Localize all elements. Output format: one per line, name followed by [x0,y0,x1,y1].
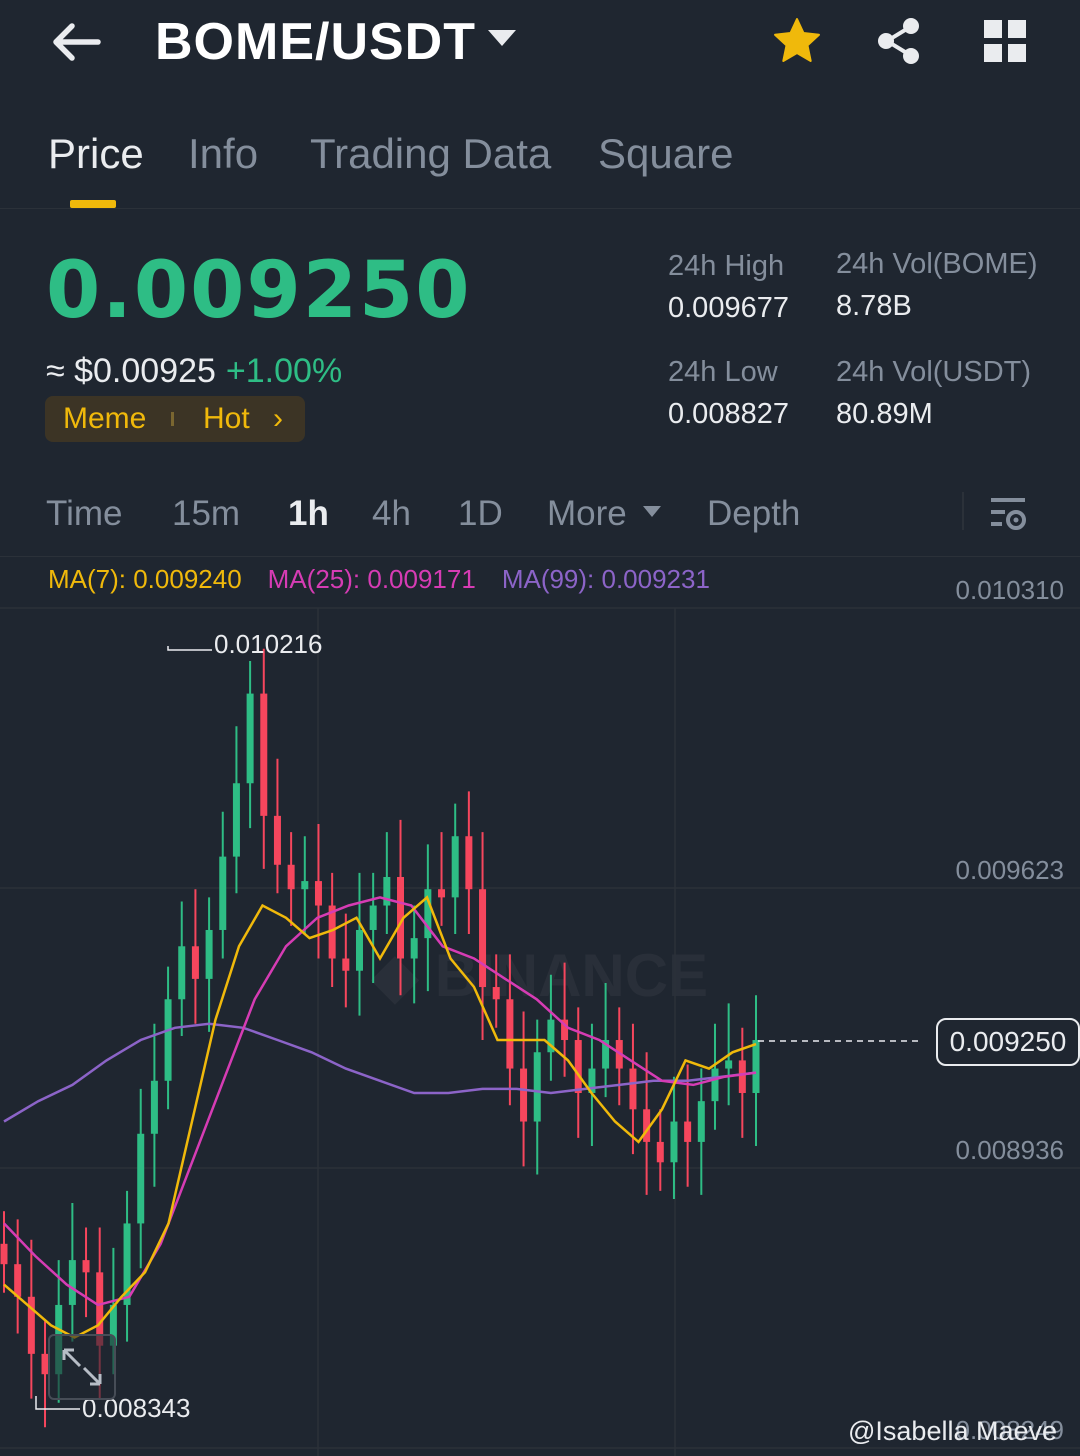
candle-body [438,889,446,898]
candle-body [574,1040,582,1094]
y-axis-tick: 0.010310 [956,575,1064,605]
candle-body [711,1068,719,1102]
candle-body [465,836,473,890]
high-value: 0.009677 [668,292,789,324]
candle-body [738,1060,746,1094]
interval-1h[interactable]: 1h [288,494,329,534]
ma-legend: MA(7): 0.009240 MA(25): 0.009171 MA(99): 0… [48,564,710,595]
price-change-percent: +1.00% [225,352,343,390]
trading-pair-title[interactable]: BOME/USDT [155,12,476,72]
candle-body [369,905,377,930]
candle-body [14,1264,22,1297]
candle-body [684,1121,692,1142]
candle-body [410,938,418,959]
tab-price[interactable]: Price [48,130,144,178]
ma25-value: MA(25): 0.009171 [267,564,476,594]
divider [962,492,964,530]
watermark-text: @Isabella Maeve [848,1416,1058,1446]
candle-body [752,1040,760,1094]
active-tab-indicator [70,200,116,208]
candle-body [383,876,391,906]
tag-meme[interactable]: Meme [63,402,146,436]
candle-body [725,1060,733,1069]
interval-time[interactable]: Time [46,494,122,534]
candle-body [68,1260,76,1305]
y-axis-tick: 0.008936 [956,1135,1064,1165]
usd-price-row: ≈ $0.00925 +1.00% [46,352,342,391]
tag-separator [171,412,174,426]
share-icon[interactable] [874,16,924,66]
vol-base-label: 24h Vol(BOME) [836,248,1038,280]
ma99-value: MA(99): 0.009231 [501,564,710,594]
candle-body [656,1141,664,1163]
candle-body [260,693,268,816]
candle-body [492,987,500,1000]
watermark: @Isabella Maeve [848,1416,1057,1447]
candle-body [697,1101,705,1142]
expand-arrows-icon[interactable] [48,1334,116,1400]
candle-body [246,693,254,784]
divider [0,208,1080,209]
candle-body [150,1080,158,1134]
interval-1d[interactable]: 1D [458,494,503,534]
caret-down-icon[interactable] [643,506,661,517]
chevron-right-icon[interactable]: › [273,402,283,436]
candle-body [670,1121,678,1163]
candle-body [342,958,350,971]
y-axis-tick: 0.009623 [956,855,1064,885]
tag-hot[interactable]: Hot [203,402,250,436]
candle-body [178,946,186,1000]
candle-body [219,856,227,930]
low-value: 0.008827 [668,398,789,430]
vol-quote-label: 24h Vol(USDT) [836,356,1032,388]
high-label: 24h High [668,250,785,282]
candle-body [533,1052,541,1122]
candle-body [506,999,514,1069]
divider [0,556,1080,557]
chart-background-logo: ◆ BINANCE [370,942,708,1009]
candle-body [164,999,172,1081]
last-price: 0.009250 [46,246,472,336]
tab-trading-data[interactable]: Trading Data [310,130,551,178]
candle-body [232,783,240,857]
candle-body [629,1068,637,1110]
candlestick-chart[interactable]: ◆ BINANCE 0.010216 0.008343 0.010310 0.0… [0,558,1080,1456]
candle-body [314,881,322,906]
interval-15m[interactable]: 15m [172,494,240,534]
candle-body [355,929,363,971]
tab-info[interactable]: Info [188,130,258,178]
interval-4h[interactable]: 4h [372,494,411,534]
tab-square[interactable]: Square [598,130,733,178]
candle-body [0,1243,8,1265]
interval-more[interactable]: More [547,494,627,534]
caret-down-icon[interactable] [488,30,516,46]
chart-settings-icon[interactable] [988,494,1028,534]
vol-quote-value: 80.89M [836,398,933,430]
candles-group [0,648,760,1428]
back-arrow-icon[interactable] [48,18,104,66]
depth-tab[interactable]: Depth [707,494,800,534]
ma7-value: MA(7): 0.009240 [48,564,242,594]
candle-body [287,864,295,890]
max-price-label: 0.010216 [214,629,322,659]
low-label: 24h Low [668,356,778,388]
candle-body [301,881,309,890]
max-marker-line [167,646,212,651]
vol-base-value: 8.78B [836,290,912,322]
candle-body [82,1260,90,1273]
candle-body [479,889,487,988]
candle-body [137,1133,145,1224]
star-icon[interactable] [772,16,822,66]
candle-body [191,946,199,979]
ma99-line [3,1022,757,1123]
candle-body [451,836,459,898]
last-price-tag[interactable]: 0.009250 [936,1018,1080,1066]
grid-icon[interactable] [982,18,1028,64]
tag-bar[interactable]: Meme Hot › [45,396,305,442]
candle-body [273,815,281,865]
usd-price: ≈ $0.00925 [46,352,216,390]
candle-body [520,1068,528,1122]
candle-body [205,929,213,979]
